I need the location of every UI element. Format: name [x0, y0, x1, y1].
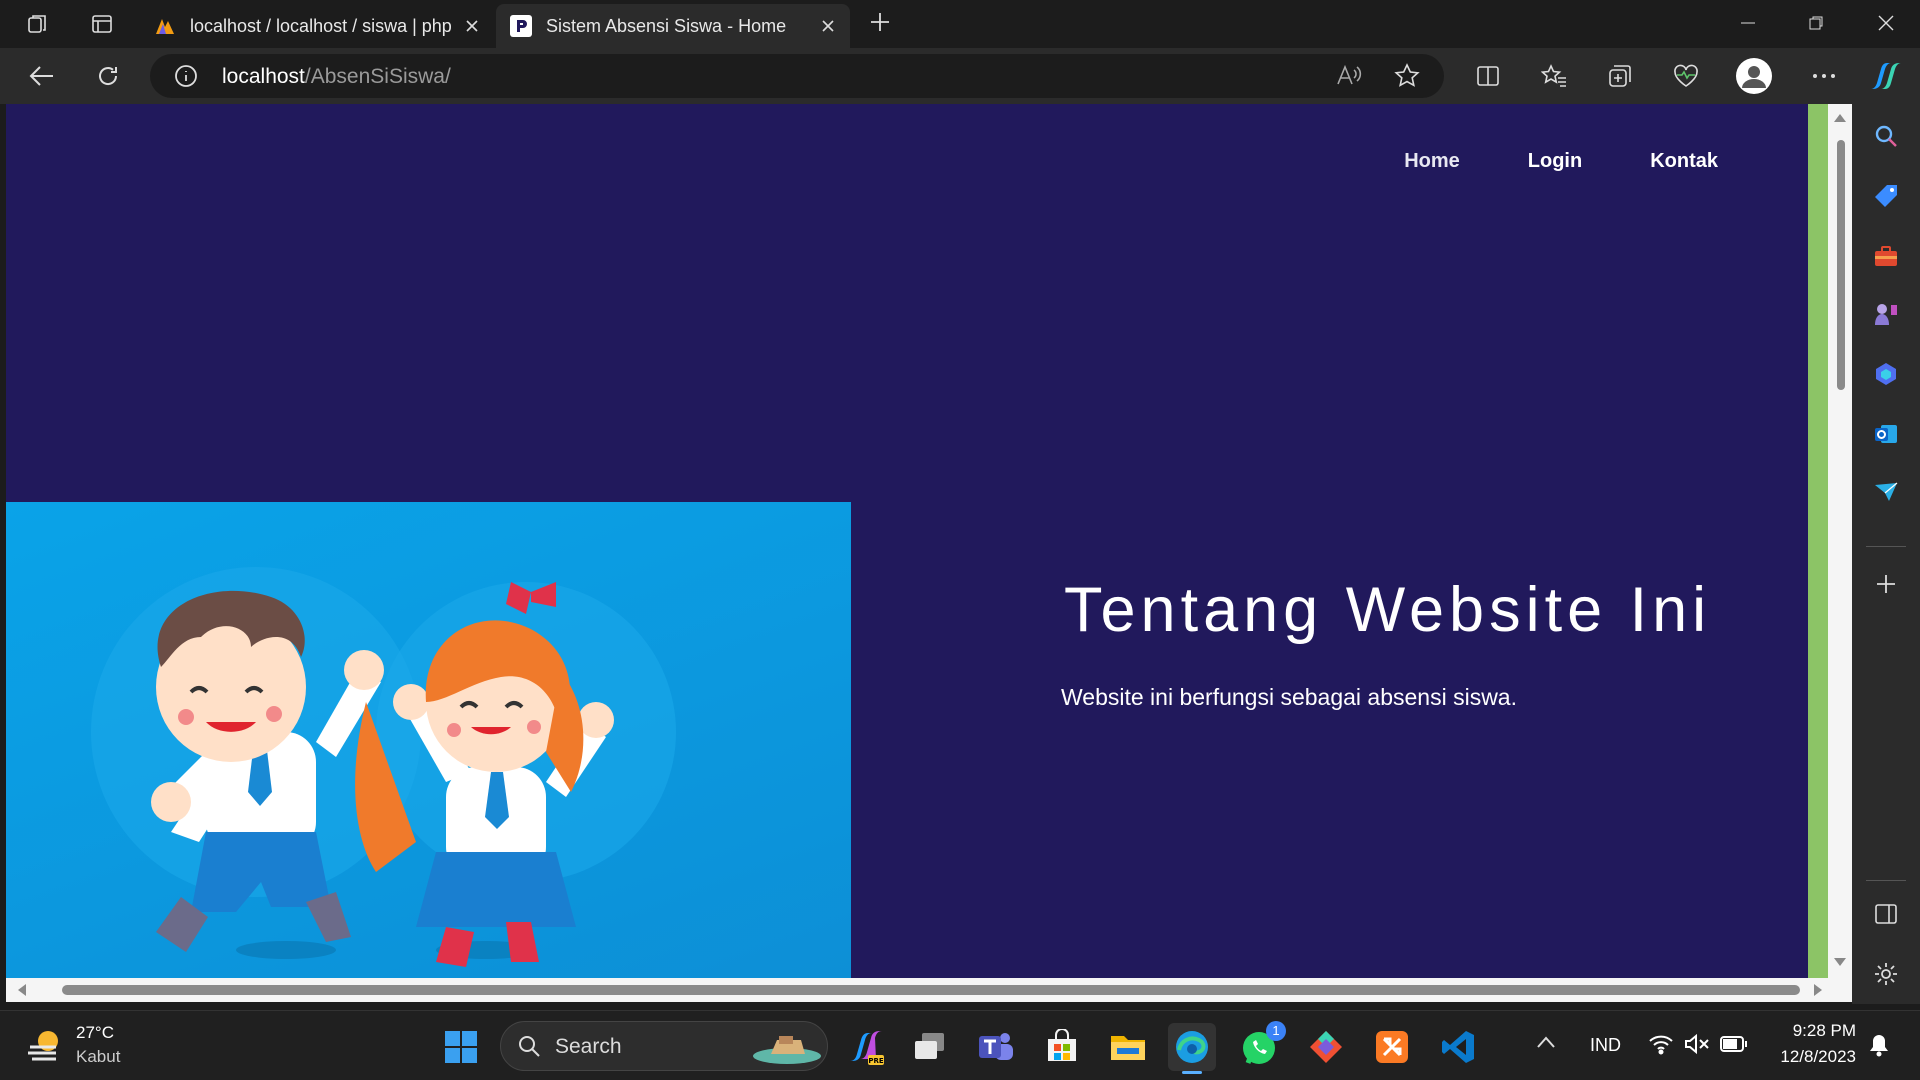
games-icon[interactable]: [1866, 294, 1906, 334]
copilot-icon[interactable]: [1866, 56, 1906, 96]
back-icon[interactable]: [22, 56, 62, 96]
url-path: /AbsenSiSiswa/: [304, 65, 451, 88]
outlook-icon[interactable]: [1866, 414, 1906, 454]
more-icon[interactable]: [1804, 56, 1844, 96]
notification-bell-icon[interactable]: [1868, 1033, 1890, 1062]
tools-icon[interactable]: [1866, 236, 1906, 276]
xampp-icon[interactable]: [1368, 1023, 1416, 1071]
tab-actions-icon[interactable]: [84, 8, 120, 40]
browser-essentials-icon[interactable]: [1666, 56, 1706, 96]
shopping-icon[interactable]: [1866, 176, 1906, 216]
search-highlight-icon: [753, 1036, 821, 1064]
close-tab-icon[interactable]: [812, 10, 844, 42]
new-tab-icon[interactable]: [862, 6, 898, 38]
scroll-left-icon[interactable]: [18, 984, 26, 996]
edge-sidebar: [1852, 104, 1920, 1004]
scroll-up-icon[interactable]: [1834, 114, 1846, 122]
add-icon[interactable]: [1866, 564, 1906, 604]
toolbar: localhost/AbsenSiSiswa/: [0, 48, 1920, 104]
git-icon[interactable]: [1302, 1023, 1350, 1071]
vertical-scrollbar[interactable]: [1828, 104, 1852, 978]
sidebar-divider: [1866, 880, 1906, 881]
settings-icon[interactable]: [1866, 954, 1906, 994]
active-indicator: [1182, 1071, 1202, 1074]
taskbar-search-box[interactable]: Search: [500, 1021, 828, 1071]
svg-text:PRE: PRE: [868, 1057, 884, 1065]
whatsapp-icon[interactable]: 1: [1236, 1021, 1286, 1071]
page-accent-bar: [1808, 104, 1828, 978]
file-explorer-icon[interactable]: [1104, 1023, 1152, 1071]
scroll-right-icon[interactable]: [1814, 984, 1822, 996]
restore-icon[interactable]: [1782, 0, 1850, 46]
close-tab-icon[interactable]: [456, 10, 488, 42]
taskbar: 27°C Kabut Search PRE 1 IND 9:28 PM 12/8…: [0, 1010, 1920, 1080]
language-indicator[interactable]: IND: [1590, 1035, 1621, 1056]
info-icon[interactable]: [174, 64, 198, 93]
copilot-pre-icon[interactable]: PRE: [842, 1023, 890, 1071]
address-bar[interactable]: localhost/AbsenSiSiswa/: [150, 54, 1444, 98]
phpmyadmin-favicon-icon: [156, 19, 174, 34]
favorite-star-icon[interactable]: [1394, 63, 1420, 94]
split-screen-icon[interactable]: [1468, 56, 1508, 96]
workspaces-icon[interactable]: [20, 8, 56, 40]
weather-desc[interactable]: Kabut: [76, 1047, 120, 1067]
teams-icon[interactable]: [972, 1023, 1020, 1071]
drop-icon[interactable]: [1866, 472, 1906, 512]
task-view-icon[interactable]: [906, 1023, 954, 1071]
read-aloud-icon[interactable]: [1336, 64, 1362, 93]
web-page: Home Login Kontak Tentang Website Ini We…: [6, 104, 1808, 978]
vscode-icon[interactable]: [1434, 1023, 1482, 1071]
tab-bar: localhost / localhost / siswa | php Sist…: [0, 0, 1920, 48]
url-text[interactable]: localhost/AbsenSiSiswa/: [222, 65, 451, 89]
pexels-favicon-icon: [510, 15, 532, 37]
search-glass-icon: [519, 1036, 540, 1057]
about-text: Website ini berfungsi sebagai absensi si…: [1061, 684, 1517, 710]
hero-illustration: [6, 502, 851, 978]
nav-login-link[interactable]: Login: [1528, 150, 1582, 173]
site-nav: Home Login Kontak: [1404, 150, 1718, 173]
close-window-icon[interactable]: [1852, 0, 1920, 46]
refresh-icon[interactable]: [88, 56, 128, 96]
tab-phpmyadmin[interactable]: localhost / localhost / siswa | php: [140, 4, 494, 48]
collections-icon[interactable]: [1600, 56, 1640, 96]
tab-title: localhost / localhost / siswa | php: [190, 15, 452, 36]
weather-icon[interactable]: [26, 1025, 66, 1070]
nav-kontak-link[interactable]: Kontak: [1650, 150, 1718, 173]
search-icon[interactable]: [1866, 116, 1906, 156]
url-host: localhost: [222, 65, 305, 88]
edge-icon[interactable]: [1168, 1023, 1216, 1074]
taskbar-search-label: Search: [555, 1035, 622, 1058]
clock-time[interactable]: 9:28 PM: [1772, 1021, 1856, 1041]
weather-temp[interactable]: 27°C: [76, 1023, 114, 1043]
clock-date[interactable]: 12/8/2023: [1770, 1047, 1856, 1067]
battery-icon[interactable]: [1720, 1035, 1748, 1058]
whatsapp-badge: 1: [1266, 1021, 1286, 1041]
profile-icon[interactable]: [1734, 56, 1774, 96]
microsoft365-icon[interactable]: [1866, 354, 1906, 394]
nav-home-link[interactable]: Home: [1404, 150, 1460, 173]
sidebar-toggle-icon[interactable]: [1866, 894, 1906, 934]
minimize-icon[interactable]: [1714, 0, 1782, 46]
favorites-icon[interactable]: [1534, 56, 1574, 96]
horizontal-scroll-thumb[interactable]: [62, 985, 1800, 995]
store-icon[interactable]: [1038, 1023, 1086, 1071]
volume-muted-icon[interactable]: [1684, 1033, 1710, 1060]
horizontal-scrollbar[interactable]: [6, 978, 1852, 1002]
tray-overflow-icon[interactable]: [1536, 1035, 1556, 1054]
scroll-down-icon[interactable]: [1834, 958, 1846, 966]
sidebar-divider: [1866, 546, 1906, 547]
vertical-scroll-thumb[interactable]: [1837, 140, 1845, 390]
start-icon[interactable]: [437, 1023, 485, 1071]
tab-absensi-home[interactable]: Sistem Absensi Siswa - Home: [496, 4, 850, 48]
wifi-icon[interactable]: [1648, 1033, 1674, 1060]
tab-title: Sistem Absensi Siswa - Home: [546, 15, 787, 36]
about-title: Tentang Website Ini: [1064, 575, 1712, 645]
